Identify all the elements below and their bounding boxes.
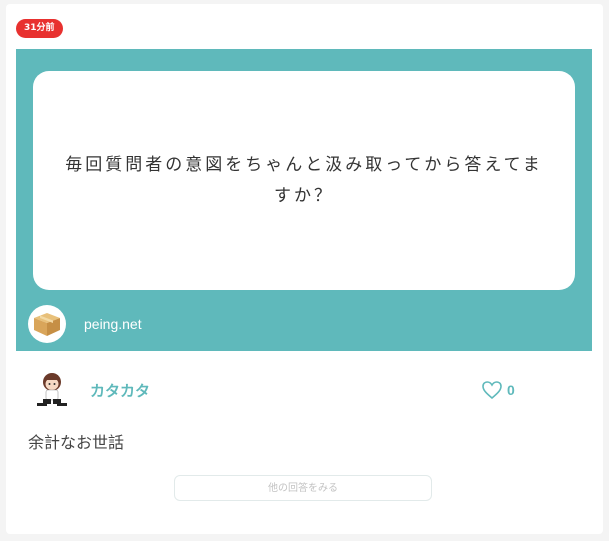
user-name[interactable]: カタカタ: [90, 380, 150, 401]
avatar[interactable]: [33, 370, 73, 412]
cardboard-box-icon: [28, 305, 66, 343]
site-name[interactable]: peing.net: [84, 316, 142, 332]
heart-outline-icon[interactable]: [481, 380, 503, 400]
question-footer: peing.net: [28, 304, 142, 344]
question-box: 毎回質問者の意図をちゃんと汲み取ってから答えてますか？: [33, 71, 575, 290]
time-badge: 31分前: [16, 19, 63, 38]
question-text: 毎回質問者の意図をちゃんと汲み取ってから答えてますか？: [65, 154, 543, 206]
answerer-row: カタカタ 0: [33, 370, 533, 410]
like-button[interactable]: 0: [481, 380, 515, 400]
question-panel[interactable]: 毎回質問者の意図をちゃんと汲み取ってから答えてますか？ peing.net: [16, 49, 592, 351]
answer-text: 余計なお世話: [28, 433, 125, 452]
more-answers-button[interactable]: 他の回答をみる: [174, 475, 432, 501]
like-count: 0: [507, 382, 515, 398]
